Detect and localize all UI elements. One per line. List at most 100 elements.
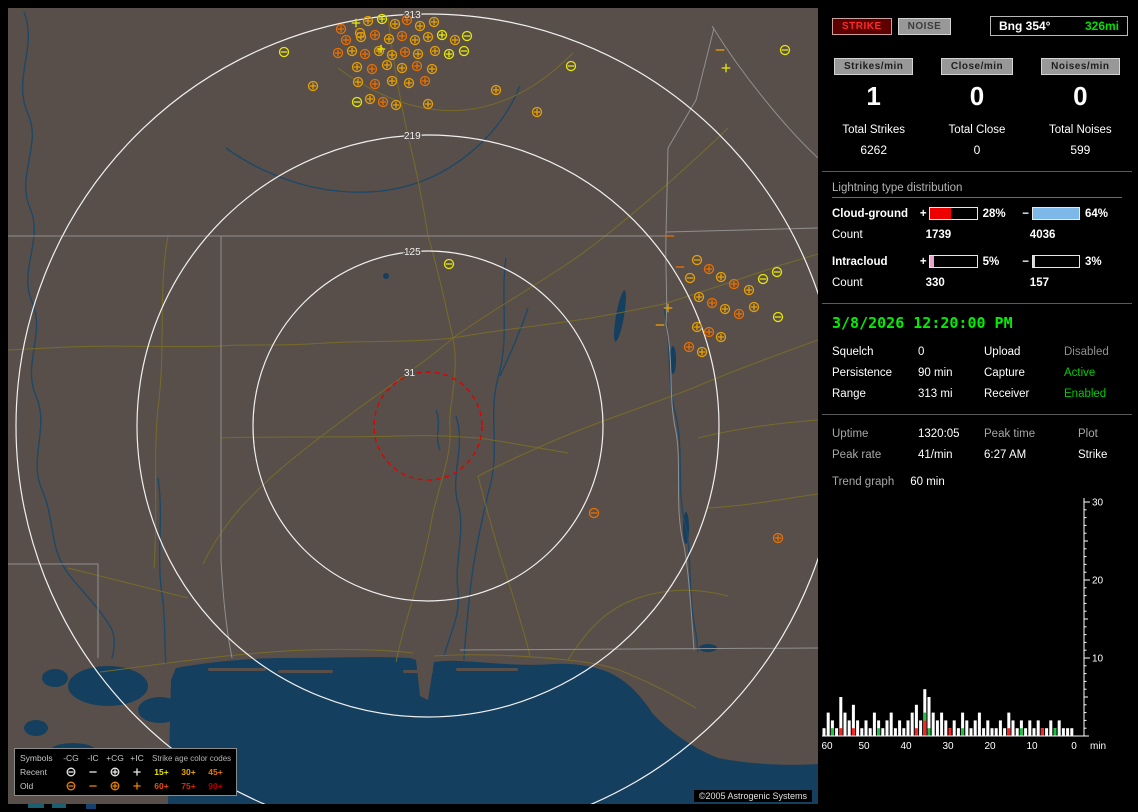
squelch-value: 0 — [918, 346, 925, 358]
persistence-label: Persistence — [832, 367, 893, 379]
settings-grid: Squelch 0 Upload Disabled Persistence 90… — [832, 346, 1122, 400]
squelch-label: Squelch — [832, 346, 874, 358]
totals-row: Total Strikes 6262 Total Close 0 Total N… — [822, 124, 1132, 157]
copyright-notice: ©2005 Astrogenic Systems — [693, 790, 812, 802]
age-75: 75+ — [181, 781, 196, 791]
total-close-label: Total Close — [948, 124, 1006, 136]
cloud-ground-counts: Count 1739 4036 — [832, 229, 1122, 241]
total-noises-value: 599 — [1070, 143, 1091, 157]
svg-text:219: 219 — [404, 131, 421, 142]
legend-recent-label: Recent — [20, 767, 47, 777]
ic-negative-bar — [1031, 255, 1080, 268]
ic-negative-count: 157 — [1029, 277, 1049, 289]
ic-positive-pct: 5% — [982, 255, 1000, 268]
range-value: 313 mi — [918, 388, 953, 400]
noises-per-min: Noises/min 0 — [1029, 58, 1132, 112]
strikes-per-min-button[interactable]: Strikes/min — [833, 58, 914, 75]
cg-positive-bar — [929, 207, 978, 220]
cg-negative-pct: 64% — [1084, 207, 1108, 220]
total-strikes: Total Strikes 6262 — [822, 124, 925, 157]
neg-ic-icon — [82, 766, 104, 778]
svg-text:min: min — [1090, 741, 1106, 752]
cg-positive-count: 1739 — [925, 229, 952, 241]
age-90: 90+ — [208, 781, 223, 791]
status-grid: Uptime 1320:05 Peak time Plot Peak rate … — [832, 428, 1122, 461]
range-label: Range — [832, 388, 866, 400]
legend-old-label: Old — [20, 781, 34, 791]
age-15: 15+ — [154, 767, 169, 777]
total-noises: Total Noises 599 — [1029, 124, 1132, 157]
cg-positive-pct: 28% — [982, 207, 1006, 220]
svg-text:30: 30 — [1092, 498, 1104, 509]
plot-value: Strike — [1078, 449, 1108, 461]
window-edge-artifact — [52, 803, 66, 808]
pos-ic-icon — [126, 780, 148, 792]
distribution-title: Lightning type distribution — [832, 182, 1122, 198]
neg-ic-icon — [82, 780, 104, 792]
svg-text:31: 31 — [404, 368, 416, 379]
total-close-value: 0 — [973, 143, 981, 157]
svg-text:10: 10 — [1092, 654, 1104, 665]
legend-col-nic: -IC — [87, 753, 99, 763]
strikes-per-min: Strikes/min 1 — [822, 58, 925, 112]
legend-header-row: Symbols -CG -IC +CG +IC Strike age color… — [20, 751, 231, 765]
legend-row-old: Old 60+ 75+ 90+ — [20, 779, 231, 793]
close-per-min-value: 0 — [969, 81, 985, 111]
indicator-bar: STRIKE NOISE Bng 354° 326mi — [832, 16, 1128, 36]
total-strikes-value: 6262 — [860, 143, 888, 157]
intracloud-label: Intracloud — [832, 255, 888, 268]
peak-time-value: 6:27 AM — [984, 449, 1027, 461]
noises-per-min-button[interactable]: Noises/min — [1041, 58, 1120, 75]
upload-label: Upload — [984, 346, 1021, 358]
upload-value: Disabled — [1064, 346, 1109, 358]
svg-text:60: 60 — [822, 741, 833, 752]
svg-text:20: 20 — [984, 741, 996, 752]
age-60: 60+ — [154, 781, 169, 791]
capture-label: Capture — [984, 367, 1025, 379]
strikes-per-min-value: 1 — [866, 81, 881, 111]
noises-per-min-value: 0 — [1073, 81, 1088, 111]
lightning-map[interactable]: 31 125 219 313 Symbols -CG -IC +CG +IC Stri… — [8, 8, 818, 804]
cg-negative-bar — [1031, 207, 1080, 220]
plus-sign: + — [919, 255, 927, 268]
noise-indicator[interactable]: NOISE — [897, 17, 952, 35]
neg-cg-icon — [60, 766, 82, 778]
count-label: Count — [832, 277, 863, 289]
pos-cg-icon — [104, 780, 126, 792]
uptime-value: 1320:05 — [918, 428, 960, 440]
ic-negative-pct: 3% — [1084, 255, 1102, 268]
neg-cg-icon — [60, 780, 82, 792]
bearing-readout: Bng 354° 326mi — [990, 16, 1128, 36]
uptime-label: Uptime — [832, 428, 869, 440]
legend-age-header: Strike age color codes — [152, 753, 232, 763]
window-edge-artifact — [86, 804, 96, 809]
close-per-min-button[interactable]: Close/min — [940, 58, 1014, 75]
legend-col-ncg: -CG — [63, 753, 79, 763]
legend-row-recent: Recent 15+ 30+ 45+ — [20, 765, 231, 779]
svg-text:10: 10 — [1026, 741, 1038, 752]
svg-text:0: 0 — [1071, 741, 1077, 752]
nexstorm-window: 31 125 219 313 Symbols -CG -IC +CG +IC Stri… — [0, 0, 1138, 812]
age-30: 30+ — [181, 767, 196, 777]
trend-graph: 10 20 30 60 50 40 30 20 10 0 min — [822, 498, 1106, 752]
rates-row: Strikes/min 1 Close/min 0 Noises/min 0 — [822, 58, 1132, 112]
age-45: 45+ — [208, 767, 223, 777]
strike-indicator[interactable]: STRIKE — [832, 17, 892, 35]
trend-graph-label: Trend graph — [832, 476, 895, 488]
ic-positive-count: 330 — [925, 277, 945, 289]
svg-text:30: 30 — [942, 741, 954, 752]
plot-label: Plot — [1078, 428, 1098, 440]
legend-symbols-header: Symbols — [20, 753, 53, 763]
peak-time-label: Peak time — [984, 428, 1036, 440]
cloud-ground-label: Cloud-ground — [832, 207, 909, 220]
trend-header: Trend graph 60 min — [832, 476, 1122, 488]
map-svg: 31125219313 — [8, 8, 818, 804]
cloud-ground-row: Cloud-ground + 28% − 64% — [832, 207, 1122, 220]
intracloud-counts: Count 330 157 — [832, 277, 1122, 289]
bearing-value: Bng 354° — [999, 19, 1051, 33]
total-noises-label: Total Noises — [1049, 124, 1112, 136]
svg-text:125: 125 — [404, 247, 421, 258]
divider — [822, 414, 1132, 415]
receiver-value: Enabled — [1064, 388, 1107, 400]
count-label: Count — [832, 229, 863, 241]
